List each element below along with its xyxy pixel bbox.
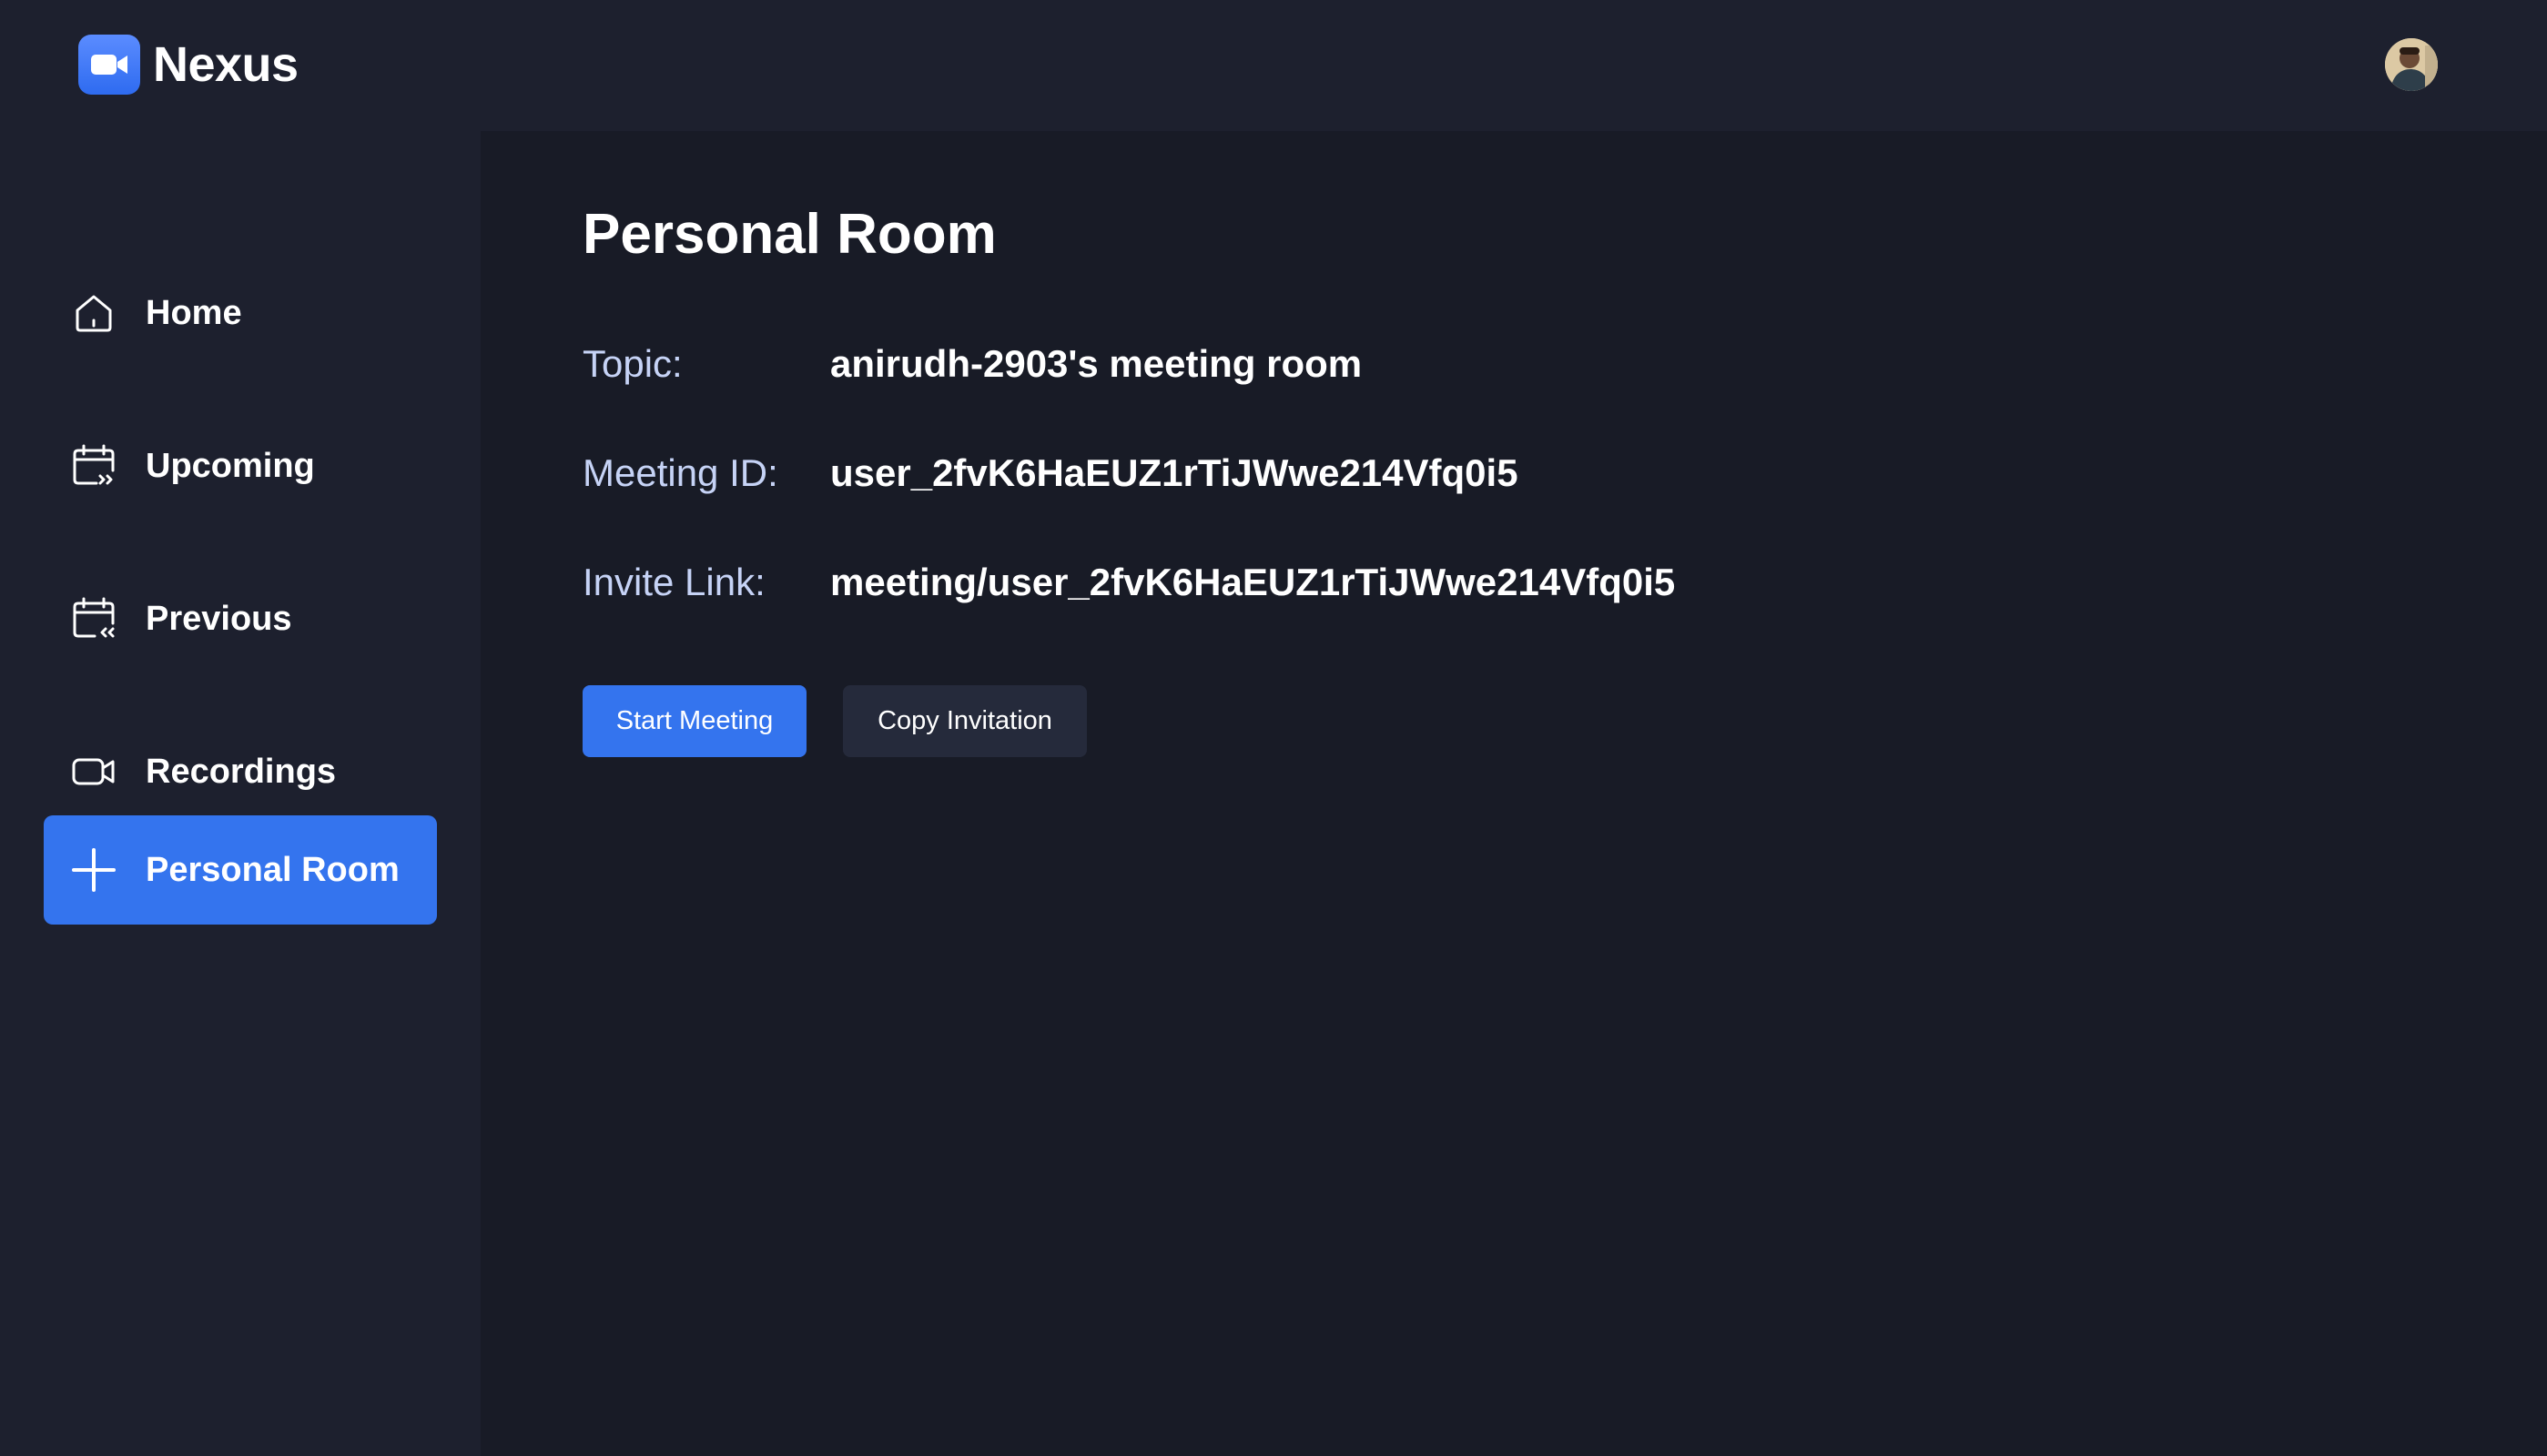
meeting-id-row: Meeting ID: user_2fvK6HaEUZ1rTiJWwe214Vf… xyxy=(583,451,1518,495)
invite-link-row: Invite Link: meeting/user_2fvK6HaEUZ1rTi… xyxy=(583,561,1675,604)
plus-icon xyxy=(71,847,117,893)
sidebar-item-label: Recordings xyxy=(146,752,337,791)
video-icon xyxy=(71,749,117,794)
topic-label: Topic: xyxy=(583,342,683,385)
sidebar-item-previous[interactable]: Previous xyxy=(44,564,437,673)
sidebar-item-label: Upcoming xyxy=(146,446,315,485)
sidebar-item-label: Personal Room xyxy=(146,850,400,889)
main-content: Personal Room Topic: anirudh-2903's meet… xyxy=(481,131,2547,1456)
avatar[interactable] xyxy=(2385,38,2438,91)
calendar-previous-icon xyxy=(71,596,117,642)
topic-value: anirudh-2903's meeting room xyxy=(830,342,1363,385)
sidebar-item-home[interactable]: Home xyxy=(44,258,437,368)
brand[interactable]: Nexus xyxy=(78,35,299,95)
top-bar: Nexus xyxy=(0,0,2547,131)
start-meeting-button[interactable]: Start Meeting xyxy=(583,685,807,757)
sidebar-item-upcoming[interactable]: Upcoming xyxy=(44,411,437,521)
app-window: Nexus Home Upcoming Previous Recordings … xyxy=(0,0,2547,1456)
calendar-upcoming-icon xyxy=(71,443,117,489)
topic-row: Topic: anirudh-2903's meeting room xyxy=(583,342,1362,386)
home-icon xyxy=(71,290,117,336)
brand-name: Nexus xyxy=(153,37,299,92)
sidebar: Home Upcoming Previous Recordings Person… xyxy=(0,131,481,1456)
copy-invitation-button[interactable]: Copy Invitation xyxy=(843,685,1087,757)
sidebar-item-label: Home xyxy=(146,293,242,332)
page-title: Personal Room xyxy=(583,203,997,266)
sidebar-item-label: Previous xyxy=(146,599,292,638)
invite-link-value: meeting/user_2fvK6HaEUZ1rTiJWwe214Vfq0i5 xyxy=(830,561,1676,603)
sidebar-item-personal-room[interactable]: Personal Room xyxy=(44,815,437,925)
sidebar-item-recordings[interactable]: Recordings xyxy=(44,717,437,826)
video-camera-logo-icon xyxy=(78,35,140,95)
meeting-id-label: Meeting ID: xyxy=(583,451,778,494)
invite-link-label: Invite Link: xyxy=(583,561,766,603)
meeting-id-value: user_2fvK6HaEUZ1rTiJWwe214Vfq0i5 xyxy=(830,451,1518,494)
